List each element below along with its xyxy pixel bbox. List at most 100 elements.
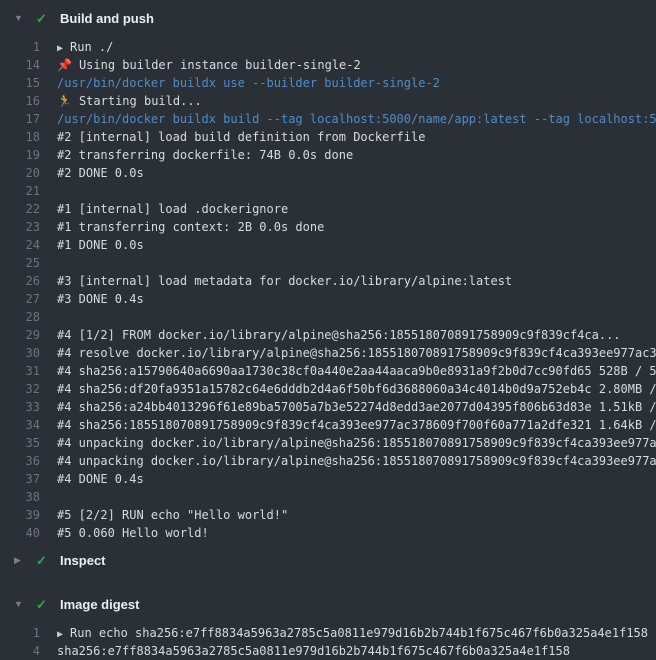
line-number[interactable]: 16 [0, 94, 40, 108]
line-number[interactable]: 18 [0, 130, 40, 144]
log-text: #4 [1/2] FROM docker.io/library/alpine@s… [57, 328, 621, 342]
line-number[interactable]: 38 [0, 490, 40, 504]
log-text: #4 unpacking docker.io/library/alpine@sh… [57, 436, 656, 450]
log-line: 30 #4 resolve docker.io/library/alpine@sh… [0, 344, 656, 362]
line-number[interactable]: 36 [0, 454, 40, 468]
log-text: #1 transferring context: 2B 0.0s done [57, 220, 324, 234]
log-block-build-and-push: 1 ▶Run ./ 14 📌Using builder instance builde… [0, 36, 656, 542]
actions-log-viewer: ▼✓Build and push1▶Run ./14📌Using builder… [0, 0, 656, 660]
log-line: 22 #1 [internal] load .dockerignore [0, 200, 656, 218]
line-number[interactable]: 17 [0, 112, 40, 126]
line-number[interactable]: 32 [0, 382, 40, 396]
log-text: /usr/bin/docker buildx build --tag local… [57, 112, 656, 126]
log-line: 40 #5 0.060 Hello world! [0, 524, 656, 542]
line-number[interactable]: 29 [0, 328, 40, 342]
log-text: #3 [internal] load metadata for docker.i… [57, 274, 512, 288]
expand-run-icon[interactable]: ▶ [57, 629, 63, 640]
pushpin-icon: 📌 [57, 58, 72, 72]
line-number[interactable]: 20 [0, 166, 40, 180]
line-number[interactable]: 22 [0, 202, 40, 216]
section-title: Image digest [60, 597, 139, 612]
log-text: #1 DONE 0.0s [57, 238, 144, 252]
line-number[interactable]: 33 [0, 400, 40, 414]
section-header-image-digest[interactable]: ▼✓Image digest [0, 586, 656, 622]
line-number[interactable]: 15 [0, 76, 40, 90]
log-block-image-digest: 1 ▶Run echo sha256:e7ff8834a5963a2785c5a0… [0, 622, 656, 660]
line-number[interactable]: 1 [0, 626, 40, 640]
log-line: 31 #4 sha256:a15790640a6690aa1730c38cf0a4… [0, 362, 656, 380]
log-text: #3 DONE 0.4s [57, 292, 144, 306]
log-line: 29 #4 [1/2] FROM docker.io/library/alpine… [0, 326, 656, 344]
log-text: #1 [internal] load .dockerignore [57, 202, 288, 216]
log-text: #4 resolve docker.io/library/alpine@sha2… [57, 346, 656, 360]
log-text: ▶Run ./ [57, 40, 113, 54]
chevron-right-icon: ▶ [14, 556, 26, 565]
log-line: 35 #4 unpacking docker.io/library/alpine@… [0, 434, 656, 452]
log-line: 38 [0, 488, 656, 506]
log-text: #4 sha256:df20fa9351a15782c64e6dddb2d4a6… [57, 382, 656, 396]
log-text: #4 sha256:a24bb4013296f61e89ba57005a7b3e… [57, 400, 656, 414]
line-number[interactable]: 27 [0, 292, 40, 306]
log-line: 37 #4 DONE 0.4s [0, 470, 656, 488]
log-text: #4 sha256:a15790640a6690aa1730c38cf0a440… [57, 364, 656, 378]
log-line: 1 ▶Run ./ [0, 38, 656, 56]
line-number[interactable]: 24 [0, 238, 40, 252]
log-line: 20 #2 DONE 0.0s [0, 164, 656, 182]
log-text: #2 [internal] load build definition from… [57, 130, 425, 144]
chevron-down-icon: ▼ [14, 14, 26, 23]
line-number[interactable]: 25 [0, 256, 40, 270]
log-line: 15/usr/bin/docker buildx use --builder b… [0, 74, 656, 92]
log-line: 14 📌Using builder instance builder-single… [0, 56, 656, 74]
log-text: #4 unpacking docker.io/library/alpine@sh… [57, 454, 656, 468]
log-line: 33 #4 sha256:a24bb4013296f61e89ba57005a7b… [0, 398, 656, 416]
line-number[interactable]: 14 [0, 58, 40, 72]
log-line: 1 ▶Run echo sha256:e7ff8834a5963a2785c5a0… [0, 624, 656, 642]
log-line: 19#2 transferring dockerfile: 74B 0.0s d… [0, 146, 656, 164]
line-number[interactable]: 31 [0, 364, 40, 378]
log-text: ▶Run echo sha256:e7ff8834a5963a2785c5a08… [57, 626, 648, 640]
line-number[interactable]: 19 [0, 148, 40, 162]
log-line: 24 #1 DONE 0.0s [0, 236, 656, 254]
log-text: #5 [2/2] RUN echo "Hello world!" [57, 508, 288, 522]
line-number[interactable]: 30 [0, 346, 40, 360]
log-line: 18 #2 [internal] load build definition fr… [0, 128, 656, 146]
line-number[interactable]: 34 [0, 418, 40, 432]
line-number[interactable]: 40 [0, 526, 40, 540]
line-number[interactable]: 4 [0, 644, 40, 658]
log-sections: ▼✓Build and push1▶Run ./14📌Using builder… [0, 0, 656, 660]
log-text: sha256:e7ff8834a5963a2785c5a0811e979d16b… [57, 644, 570, 658]
line-number[interactable]: 23 [0, 220, 40, 234]
line-number[interactable]: 1 [0, 40, 40, 54]
expand-run-icon[interactable]: ▶ [57, 43, 63, 54]
log-line: 36 #4 unpacking docker.io/library/alpine@… [0, 452, 656, 470]
log-line: 39 #5 [2/2] RUN echo "Hello world!" [0, 506, 656, 524]
check-success-icon: ✓ [36, 12, 52, 25]
log-line: 27 #3 DONE 0.4s [0, 290, 656, 308]
log-line: 23 #1 transferring context: 2B 0.0s done [0, 218, 656, 236]
section-header-build-and-push[interactable]: ▼ ✓ Build and push [0, 0, 656, 36]
line-number[interactable]: 37 [0, 472, 40, 486]
log-line: 25 [0, 254, 656, 272]
log-line: 17/usr/bin/docker buildx build --tag loc… [0, 110, 656, 128]
line-number[interactable]: 26 [0, 274, 40, 288]
check-success-icon: ✓ [36, 598, 52, 611]
log-text: /usr/bin/docker buildx use --builder bui… [57, 76, 440, 90]
line-number[interactable]: 21 [0, 184, 40, 198]
section-title: Build and push [60, 11, 154, 26]
log-line: 28 [0, 308, 656, 326]
log-text: 📌Using builder instance builder-single-2 [57, 58, 361, 72]
section-header-inspect[interactable]: ▶✓Inspect [0, 542, 656, 578]
section-build-and-push: ▼ ✓ Build and push 1 ▶Run ./ 14 📌Using builder… [0, 0, 656, 542]
log-line: 4 sha256:e7ff8834a5963a2785c5a0811e979d16… [0, 642, 656, 660]
log-line: 34#4 sha256:185518070891758909c9f839cf4c… [0, 416, 656, 434]
line-number[interactable]: 39 [0, 508, 40, 522]
log-line: 21 [0, 182, 656, 200]
section-inspect: ▶✓Inspect [0, 542, 656, 578]
log-text: #4 DONE 0.4s [57, 472, 144, 486]
line-number[interactable]: 28 [0, 310, 40, 324]
line-number[interactable]: 35 [0, 436, 40, 450]
log-text: #2 DONE 0.0s [57, 166, 144, 180]
log-text: #5 0.060 Hello world! [57, 526, 209, 540]
check-success-icon: ✓ [36, 554, 52, 567]
log-line: 32 #4 sha256:df20fa9351a15782c64e6dddb2d4… [0, 380, 656, 398]
